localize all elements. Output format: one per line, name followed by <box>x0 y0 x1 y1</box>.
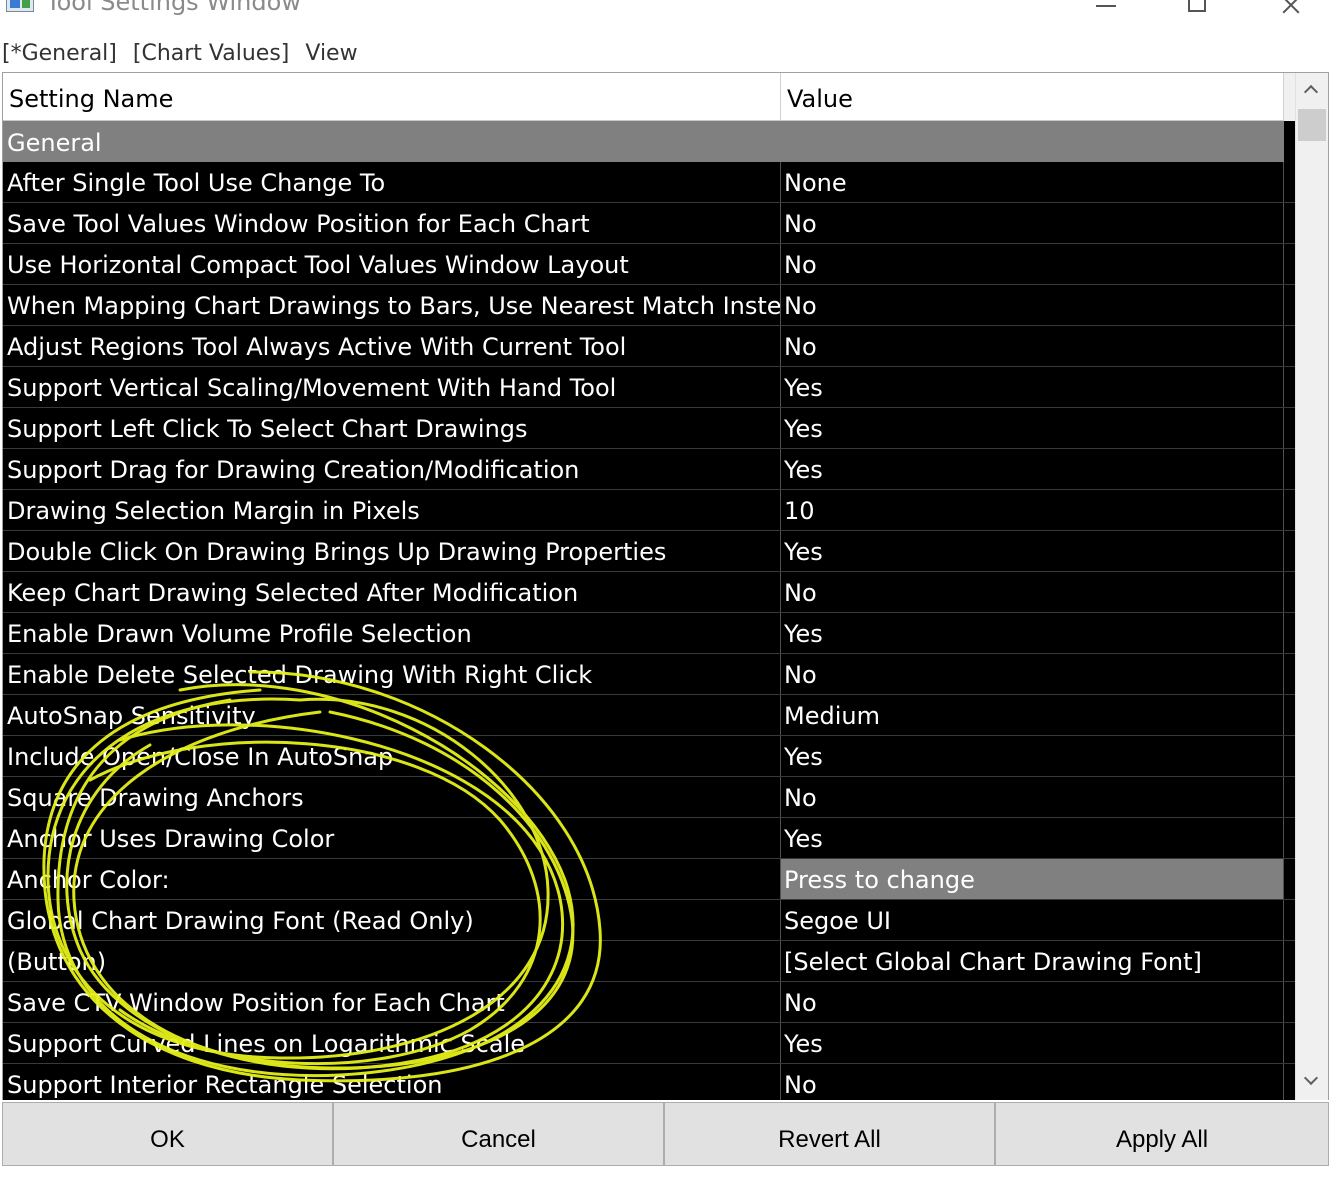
setting-name-cell: Adjust Regions Tool Always Active With C… <box>3 326 781 366</box>
table-row[interactable]: Keep Chart Drawing Selected After Modifi… <box>3 572 1295 613</box>
table-row[interactable]: Drawing Selection Margin in Pixels 10 <box>3 490 1295 531</box>
setting-value-cell[interactable]: Segoe UI <box>781 900 1284 940</box>
setting-value-cell[interactable]: Yes <box>781 531 1284 571</box>
table-row[interactable]: (Button) [Select Global Chart Drawing Fon… <box>3 941 1295 982</box>
setting-name-cell: Anchor Uses Drawing Color <box>3 818 781 858</box>
table-row[interactable]: Support Interior Rectangle Selection No <box>3 1064 1295 1101</box>
setting-name-cell: Square Drawing Anchors <box>3 777 781 817</box>
column-header-setting-name[interactable]: Setting Name <box>3 73 781 121</box>
setting-name-cell: Save CTV Window Position for Each Chart <box>3 982 781 1022</box>
setting-value-cell[interactable]: Yes <box>781 408 1284 448</box>
menu-view[interactable]: View <box>305 38 357 72</box>
setting-name-cell: Support Vertical Scaling/Movement With H… <box>3 367 781 407</box>
setting-value-cell[interactable]: No <box>781 285 1284 325</box>
table-row[interactable]: Enable Drawn Volume Profile Selection Yes <box>3 613 1295 654</box>
scroll-down-icon[interactable] <box>1296 1065 1328 1101</box>
setting-value-cell[interactable]: Yes <box>781 449 1284 489</box>
table-row[interactable]: Global Chart Drawing Font (Read Only) Seg… <box>3 900 1295 941</box>
settings-rows: After Single Tool Use Change To None Save … <box>3 162 1295 1101</box>
table-row[interactable]: Save Tool Values Window Position for Eac… <box>3 203 1295 244</box>
setting-value-cell[interactable]: No <box>781 654 1284 694</box>
app-chart-icon <box>6 0 36 14</box>
setting-value-cell[interactable]: No <box>781 777 1284 817</box>
title-bar: Tool Settings Window <box>0 0 1333 40</box>
table-row[interactable]: Enable Delete Selected Drawing With Righ… <box>3 654 1295 695</box>
setting-value-cell[interactable]: No <box>781 203 1284 243</box>
scroll-up-icon[interactable] <box>1296 73 1328 109</box>
setting-value-cell[interactable]: Medium <box>781 695 1284 735</box>
setting-name-cell: AutoSnap Sensitivity <box>3 695 781 735</box>
minimize-icon[interactable] <box>1076 0 1136 36</box>
setting-name-cell: Double Click On Drawing Brings Up Drawin… <box>3 531 781 571</box>
table-row[interactable]: Support Drag for Drawing Creation/Modifi… <box>3 449 1295 490</box>
menu-bar: [*General] [Chart Values] View <box>0 38 1333 72</box>
table-row[interactable]: Anchor Color: Press to change <box>3 859 1295 900</box>
setting-name-cell: Use Horizontal Compact Tool Values Windo… <box>3 244 781 284</box>
setting-value-cell[interactable]: Yes <box>781 613 1284 653</box>
setting-value-cell[interactable]: No <box>781 572 1284 612</box>
setting-name-cell: (Button) <box>3 941 781 981</box>
setting-name-cell: Drawing Selection Margin in Pixels <box>3 490 781 530</box>
table-row[interactable]: Use Horizontal Compact Tool Values Windo… <box>3 244 1295 285</box>
menu-general[interactable]: [*General] <box>2 38 117 72</box>
setting-value-cell[interactable]: No <box>781 244 1284 284</box>
table-row[interactable]: After Single Tool Use Change To None <box>3 162 1295 203</box>
table-row[interactable]: Anchor Uses Drawing Color Yes <box>3 818 1295 859</box>
anchor-color-button[interactable]: Press to change <box>781 859 1284 899</box>
table-row[interactable]: Double Click On Drawing Brings Up Drawin… <box>3 531 1295 572</box>
setting-name-cell: Include Open/Close In AutoSnap <box>3 736 781 776</box>
cancel-button[interactable]: Cancel <box>333 1102 664 1166</box>
table-row[interactable]: Save CTV Window Position for Each Chart N… <box>3 982 1295 1023</box>
table-row[interactable]: AutoSnap Sensitivity Medium <box>3 695 1295 736</box>
table-row[interactable]: Square Drawing Anchors No <box>3 777 1295 818</box>
scroll-thumb[interactable] <box>1298 109 1326 141</box>
section-general[interactable]: General <box>3 121 1284 162</box>
setting-name-cell: Save Tool Values Window Position for Eac… <box>3 203 781 243</box>
setting-value-cell[interactable]: No <box>781 1064 1284 1101</box>
setting-value-cell[interactable]: [Select Global Chart Drawing Font] <box>781 941 1284 981</box>
setting-name-cell: Enable Drawn Volume Profile Selection <box>3 613 781 653</box>
setting-name-cell: When Mapping Chart Drawings to Bars, Use… <box>3 285 781 325</box>
grid-header: Setting Name Value <box>3 73 1295 121</box>
table-row[interactable]: Include Open/Close In AutoSnap Yes <box>3 736 1295 777</box>
table-row[interactable]: When Mapping Chart Drawings to Bars, Use… <box>3 285 1295 326</box>
setting-name-cell: Support Drag for Drawing Creation/Modifi… <box>3 449 781 489</box>
setting-value-cell[interactable]: None <box>781 162 1284 202</box>
setting-value-cell[interactable]: Yes <box>781 1023 1284 1063</box>
setting-value-cell[interactable]: Yes <box>781 818 1284 858</box>
settings-grid: Setting Name Value General After Single … <box>2 72 1329 1102</box>
setting-name-cell: Support Interior Rectangle Selection <box>3 1064 781 1101</box>
revert-all-button[interactable]: Revert All <box>664 1102 995 1166</box>
apply-all-button[interactable]: Apply All <box>995 1102 1329 1166</box>
menu-chart-values[interactable]: [Chart Values] <box>133 38 290 72</box>
setting-name-cell: Enable Delete Selected Drawing With Righ… <box>3 654 781 694</box>
table-row[interactable]: Support Left Click To Select Chart Drawi… <box>3 408 1295 449</box>
setting-value-cell[interactable]: No <box>781 326 1284 366</box>
setting-value-cell[interactable]: 10 <box>781 490 1284 530</box>
header-filler <box>1284 73 1295 121</box>
setting-value-cell[interactable]: Yes <box>781 736 1284 776</box>
setting-name-cell: Support Curved Lines on Logarithmic Scal… <box>3 1023 781 1063</box>
setting-name-cell: After Single Tool Use Change To <box>3 162 781 202</box>
table-row[interactable]: Support Vertical Scaling/Movement With H… <box>3 367 1295 408</box>
setting-value-cell[interactable]: Yes <box>781 367 1284 407</box>
button-bar: OK Cancel Revert All Apply All <box>2 1100 1329 1166</box>
vertical-scrollbar[interactable] <box>1295 73 1328 1101</box>
window-title: Tool Settings Window <box>46 0 301 16</box>
maximize-icon[interactable] <box>1168 0 1228 36</box>
setting-name-cell: Keep Chart Drawing Selected After Modifi… <box>3 572 781 612</box>
setting-value-cell[interactable]: No <box>781 982 1284 1022</box>
setting-name-cell: Support Left Click To Select Chart Drawi… <box>3 408 781 448</box>
column-header-value[interactable]: Value <box>781 73 1284 121</box>
setting-name-cell: Anchor Color: <box>3 859 781 899</box>
setting-name-cell: Global Chart Drawing Font (Read Only) <box>3 900 781 940</box>
ok-button[interactable]: OK <box>2 1102 333 1166</box>
close-icon[interactable] <box>1262 0 1322 36</box>
table-row[interactable]: Support Curved Lines on Logarithmic Scal… <box>3 1023 1295 1064</box>
table-row[interactable]: Adjust Regions Tool Always Active With C… <box>3 326 1295 367</box>
